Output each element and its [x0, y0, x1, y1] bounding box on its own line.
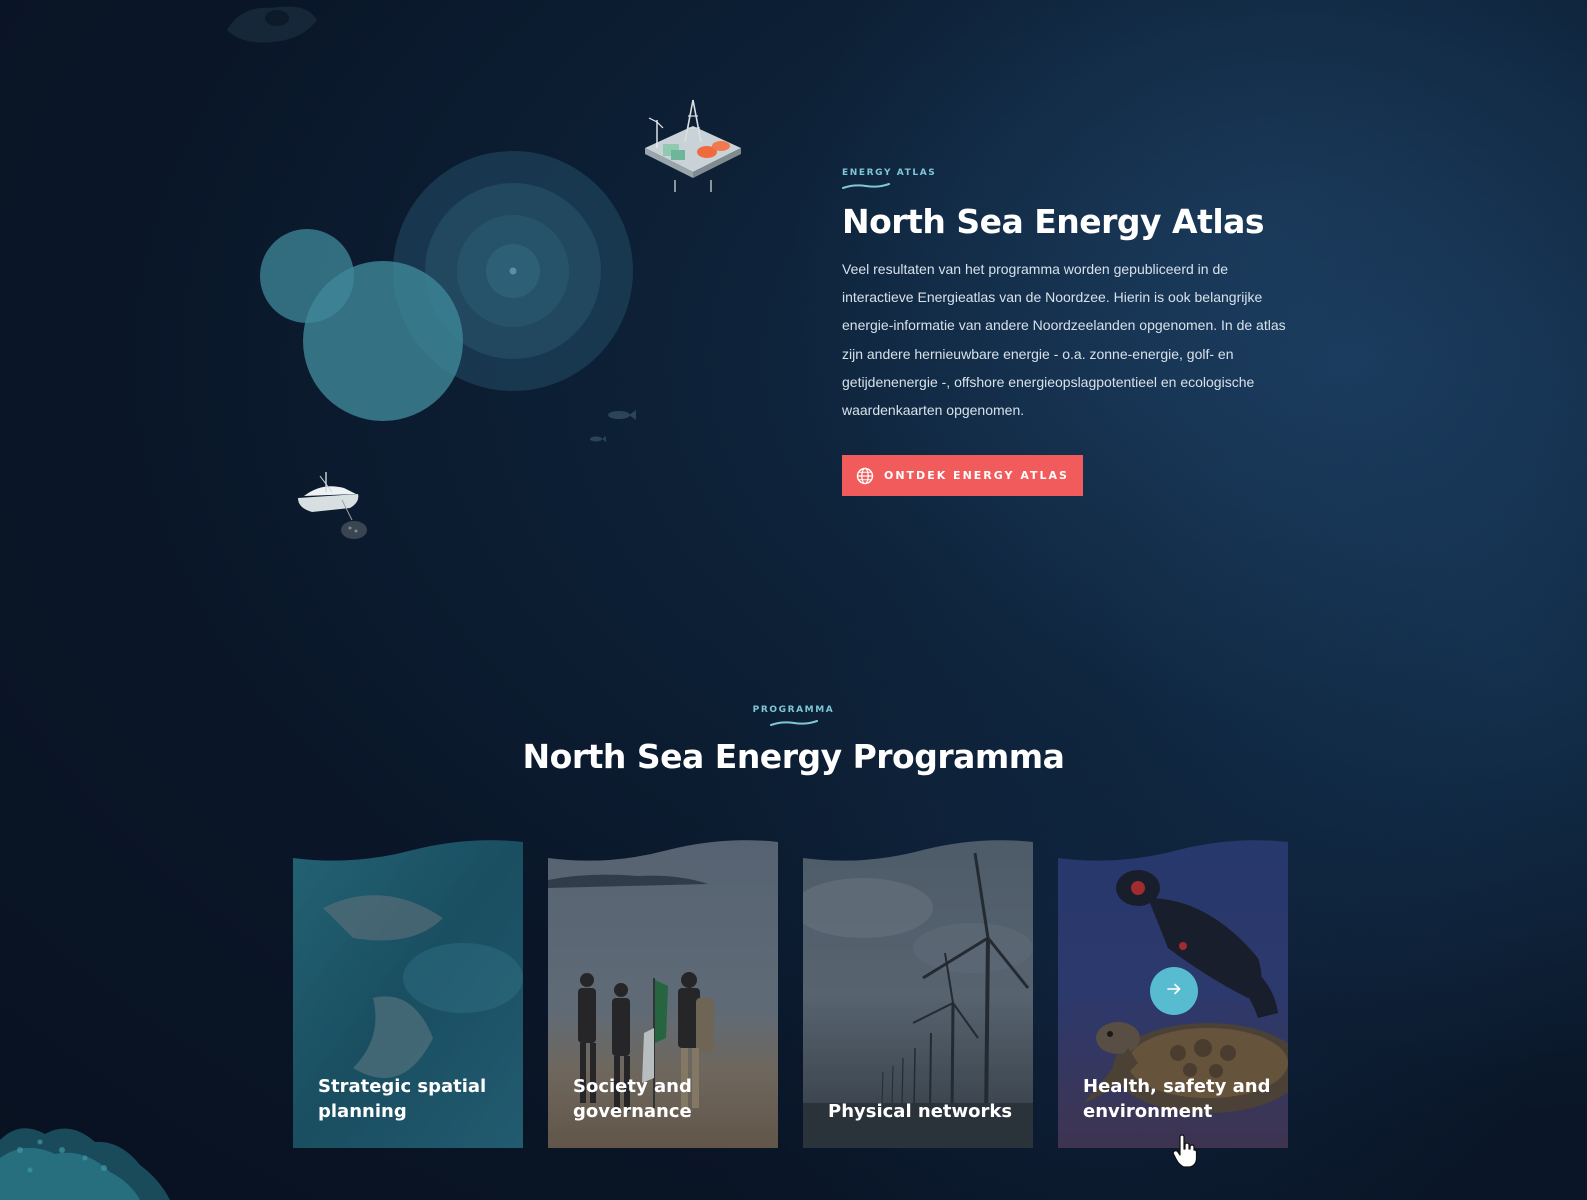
- atlas-eyebrow: ENERGY ATLAS: [842, 168, 937, 178]
- boat-icon: [298, 472, 367, 539]
- cta-label: ONTDEK ENERGY ATLAS: [884, 469, 1069, 483]
- card-label: Strategic spatial planning: [318, 1076, 487, 1122]
- atlas-illustration: [250, 90, 770, 560]
- card-label: Society and governance: [573, 1076, 692, 1122]
- programma-header: PROGRAMMA North Sea Energy Programma: [0, 705, 1587, 776]
- card-health-safety-environment[interactable]: Health, safety and environment: [1058, 838, 1288, 1148]
- atlas-description: Veel resultaten van het programma worden…: [842, 261, 1286, 419]
- energy-atlas-section: ENERGY ATLAS North Sea Energy Atlas Veel…: [842, 168, 1312, 497]
- wave-underline: [842, 183, 890, 189]
- programma-title: North Sea Energy Programma: [522, 737, 1065, 776]
- offshore-platform-icon: [645, 99, 741, 192]
- programma-cards: Strategic spatial planning Society and g…: [293, 838, 1289, 1148]
- globe-icon: [856, 467, 874, 485]
- programma-eyebrow: PROGRAMMA: [752, 705, 835, 715]
- arrow-right-icon: [1166, 981, 1182, 1002]
- card-label: Physical networks: [828, 1101, 1013, 1122]
- atlas-title: North Sea Energy Atlas: [842, 202, 1265, 241]
- wave-underline: [769, 720, 818, 726]
- card-society-and-governance[interactable]: Society and governance: [548, 838, 778, 1148]
- card-arrow-button[interactable]: [1150, 967, 1198, 1015]
- hand-cursor-icon: [1172, 1134, 1198, 1168]
- discover-energy-atlas-button[interactable]: ONTDEK ENERGY ATLAS: [842, 455, 1083, 497]
- coral-decoration: [0, 1128, 170, 1200]
- card-strategic-spatial-planning[interactable]: Strategic spatial planning: [293, 838, 523, 1148]
- rock-decoration: [227, 6, 317, 43]
- card-label: Health, safety and environment: [1083, 1076, 1271, 1122]
- card-physical-networks[interactable]: Physical networks: [803, 838, 1033, 1148]
- fish-icon: [590, 410, 636, 442]
